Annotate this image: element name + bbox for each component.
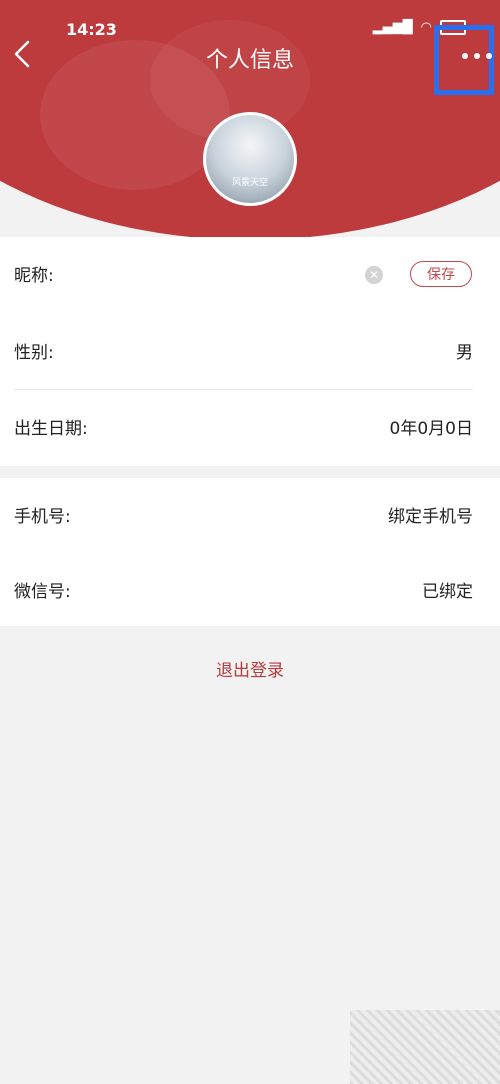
wechat-value: 已绑定 — [422, 582, 473, 602]
phone-value: 绑定手机号 — [388, 507, 473, 527]
gender-label: 性别: — [14, 343, 54, 363]
birthdate-value: 0年0月0日 — [389, 419, 473, 439]
gender-value: 男 — [456, 343, 473, 363]
birthdate-row[interactable]: 出生日期: 0年0月0日 — [0, 390, 500, 466]
birthdate-label: 出生日期: — [14, 419, 88, 439]
dot-icon — [462, 53, 468, 59]
status-time: 14:23 — [66, 20, 117, 39]
logout-button[interactable]: 退出登录 — [0, 656, 500, 681]
wechat-row[interactable]: 微信号: 已绑定 — [0, 553, 500, 629]
avatar-caption: 风景天空 — [231, 178, 268, 188]
watermark-blur — [350, 1010, 500, 1084]
avatar[interactable]: 风景天空 — [203, 112, 297, 206]
wifi-icon: ◠ — [420, 20, 432, 35]
page-title: 个人信息 — [205, 48, 294, 73]
more-options-highlight — [434, 25, 494, 95]
save-button[interactable]: 保存 — [410, 261, 472, 287]
dot-icon — [474, 53, 480, 59]
account-card: 手机号: 绑定手机号 微信号: 已绑定 — [0, 478, 500, 626]
more-options-button[interactable] — [462, 53, 492, 59]
signal-icon: ▂▄▆█ — [372, 20, 413, 35]
clear-input-icon[interactable]: ✕ — [365, 266, 383, 284]
dot-icon — [486, 53, 492, 59]
phone-label: 手机号: — [14, 507, 71, 527]
wechat-label: 微信号: — [14, 582, 71, 602]
gender-row[interactable]: 性别: 男 — [0, 314, 500, 390]
phone-row[interactable]: 手机号: 绑定手机号 — [0, 478, 500, 554]
nickname-label: 昵称: — [14, 266, 54, 286]
